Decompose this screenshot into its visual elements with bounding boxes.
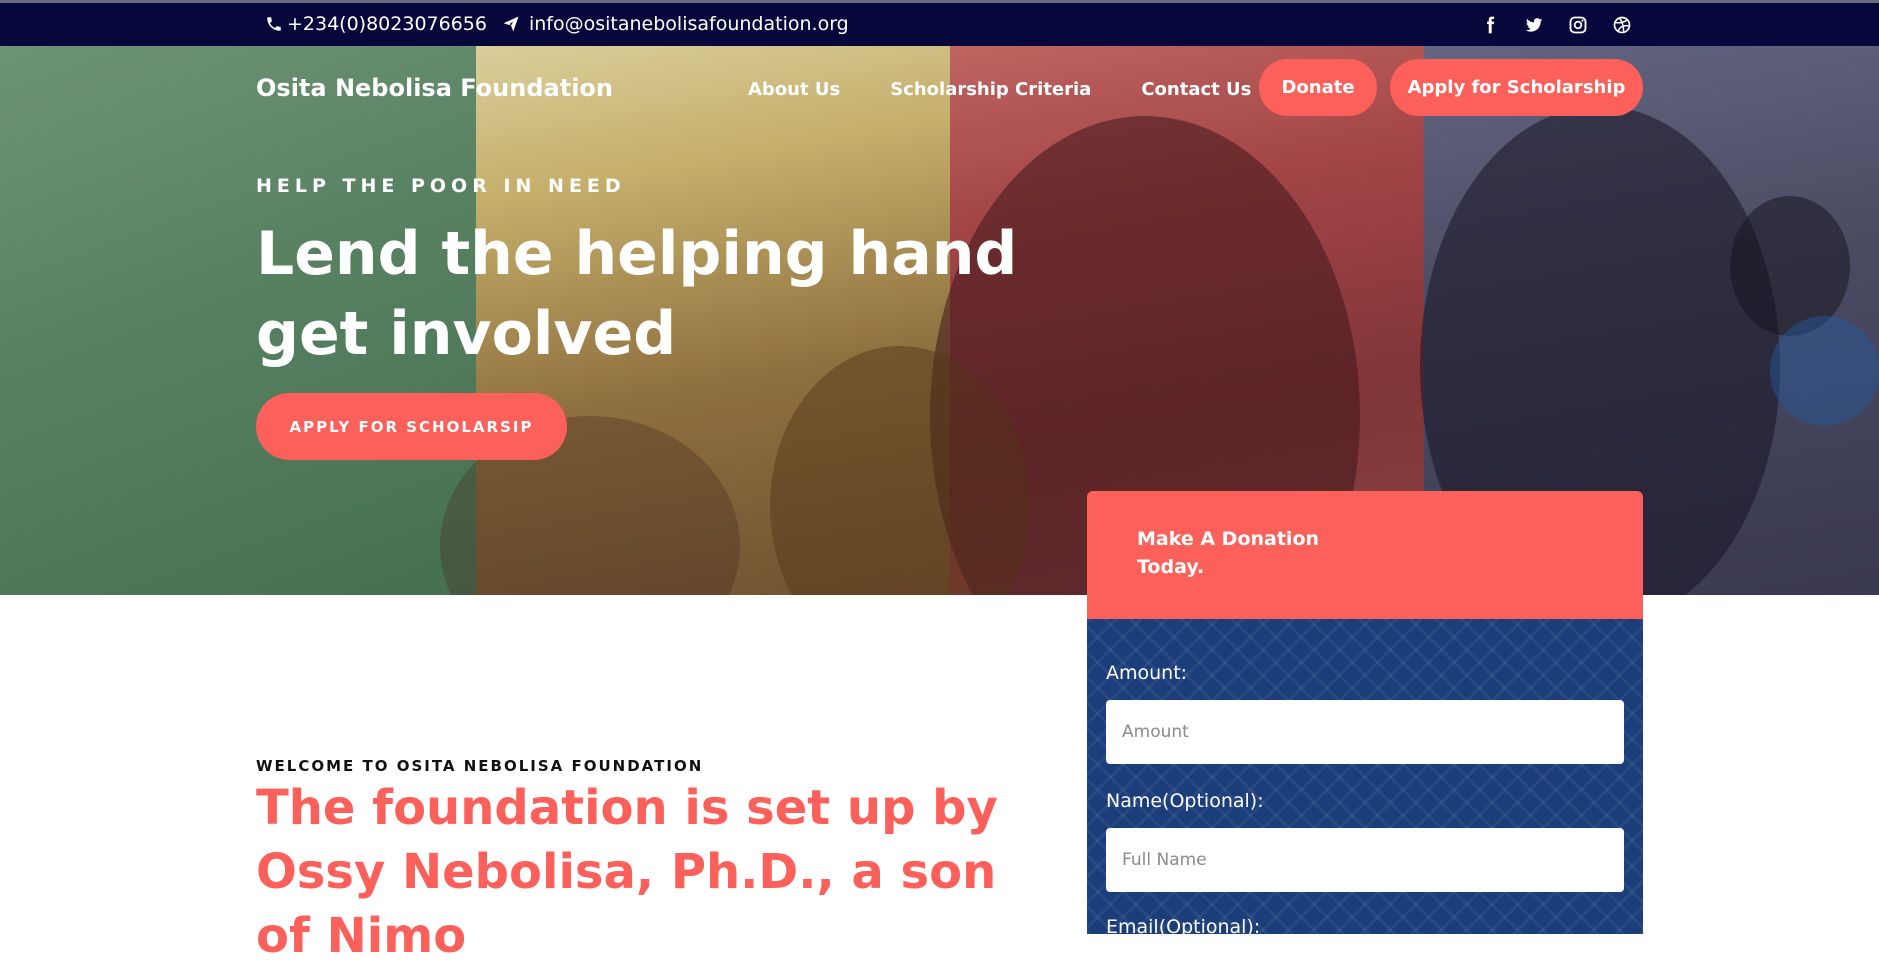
nav-about-us[interactable]: About Us bbox=[748, 79, 840, 100]
donate-button[interactable]: Donate bbox=[1259, 59, 1377, 116]
nav-contact-us[interactable]: Contact Us bbox=[1141, 79, 1251, 100]
hero-headline: Lend the helping hand get involved bbox=[256, 219, 1018, 369]
dribbble-icon[interactable] bbox=[1612, 15, 1632, 35]
twitter-icon[interactable] bbox=[1524, 15, 1544, 35]
email-label: Email(Optional): bbox=[1106, 916, 1261, 934]
paper-plane-icon bbox=[501, 15, 519, 33]
hero-apply-button[interactable]: APPLY FOR SCHOLARSIP bbox=[256, 393, 567, 460]
full-name-input[interactable] bbox=[1106, 828, 1624, 892]
welcome-label: WELCOME TO OSITA NEBOLISA FOUNDATION bbox=[256, 757, 704, 775]
phone-number[interactable]: +234(0)8023076656 bbox=[287, 13, 487, 35]
nav-links: About Us Scholarship Criteria Contact Us bbox=[748, 79, 1251, 100]
main-navbar: Osita Nebolisa Foundation About Us Schol… bbox=[0, 46, 1879, 136]
contact-info: +234(0)8023076656 info@ositanebolisafoun… bbox=[265, 13, 849, 35]
donation-card: Make A Donation Today. Amount: Name(Opti… bbox=[1087, 491, 1643, 934]
welcome-title: The foundation is set up by Ossy Nebolis… bbox=[256, 780, 998, 964]
amount-label: Amount: bbox=[1106, 662, 1188, 684]
donation-card-header: Make A Donation Today. bbox=[1087, 491, 1643, 619]
donation-title: Make A Donation Today. bbox=[1137, 528, 1320, 578]
facebook-icon[interactable] bbox=[1480, 15, 1500, 35]
apply-scholarship-button[interactable]: Apply for Scholarship bbox=[1390, 59, 1643, 116]
name-label: Name(Optional): bbox=[1106, 790, 1264, 812]
phone-icon bbox=[265, 15, 283, 33]
social-links bbox=[1480, 15, 1632, 35]
donation-form: Amount: Name(Optional): Email(Optional): bbox=[1087, 619, 1643, 934]
instagram-icon[interactable] bbox=[1568, 15, 1588, 35]
email-address[interactable]: info@ositanebolisafoundation.org bbox=[529, 13, 849, 35]
top-contact-bar: +234(0)8023076656 info@ositanebolisafoun… bbox=[0, 0, 1879, 46]
hero-tagline: HELP THE POOR IN NEED bbox=[256, 175, 626, 197]
amount-input[interactable] bbox=[1106, 700, 1624, 764]
site-brand[interactable]: Osita Nebolisa Foundation bbox=[256, 74, 613, 102]
nav-scholarship-criteria[interactable]: Scholarship Criteria bbox=[890, 79, 1091, 100]
